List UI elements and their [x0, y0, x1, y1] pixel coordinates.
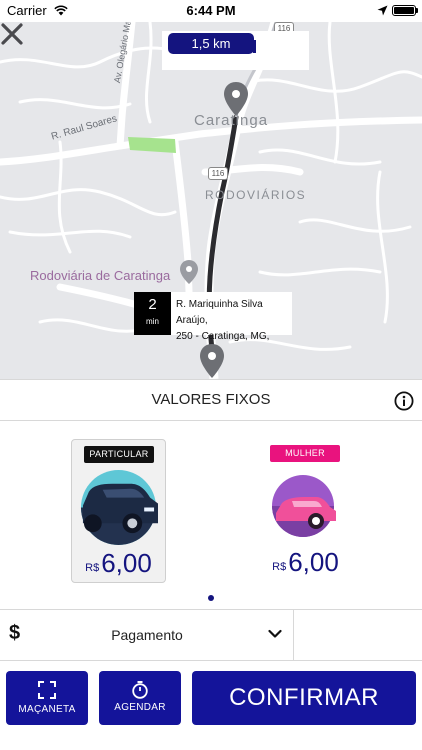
- car-dark-icon: [80, 469, 158, 546]
- map-view[interactable]: Av. Olegário Maciel R. Raul Soares Carat…: [0, 22, 422, 379]
- distance-value: 1,5 km: [168, 33, 254, 54]
- distance-tick: [253, 40, 256, 53]
- eta-badge: 2 min: [134, 292, 171, 335]
- category-price: R$6,00: [72, 548, 165, 579]
- category-tag: PARTICULAR: [84, 446, 154, 463]
- values-title: VALORES FIXOS: [151, 391, 271, 408]
- clock-label: 6:44 PM: [186, 3, 236, 18]
- eta-callout: 2 min R. Mariquinha Silva Araújo, 250 - …: [134, 292, 292, 342]
- payment-label: Pagamento: [111, 627, 183, 643]
- battery-nub: [416, 8, 418, 13]
- price-value: 6,00: [101, 548, 152, 578]
- confirm-label: CONFIRMAR: [229, 684, 379, 711]
- eta-address-line2: 250 - Caratinga, MG,: [176, 331, 270, 342]
- station-label: Rodoviária de Caratinga: [30, 268, 171, 283]
- macaneta-label: MAÇANETA: [18, 704, 76, 715]
- macaneta-button[interactable]: MAÇANETA: [6, 671, 88, 725]
- price-currency: R$: [272, 561, 287, 573]
- eta-minutes: 2: [148, 296, 157, 313]
- price-currency: R$: [85, 562, 100, 574]
- category-price: R$6,00: [258, 547, 353, 578]
- chevron-down-icon: [268, 629, 282, 638]
- distance-indicator: 1,5 km: [162, 31, 309, 70]
- eta-address: R. Mariquinha Silva Araújo, 250 - Carati…: [176, 297, 290, 345]
- city-label: Caratinga: [194, 112, 269, 129]
- payment-selector[interactable]: $ Pagamento: [0, 610, 294, 660]
- battery-icon: [392, 5, 416, 16]
- status-bar: Carrier 6:44 PM: [0, 0, 422, 22]
- agendar-label: AGENDAR: [114, 702, 166, 713]
- page-indicator-dot[interactable]: [208, 595, 214, 601]
- category-card-mulher[interactable]: MULHER R$6,00: [258, 439, 353, 583]
- eta-unit: min: [146, 317, 159, 326]
- action-bar: MAÇANETA AGENDAR CONFIRMAR: [0, 661, 422, 750]
- category-card-particular[interactable]: PARTICULAR R$6,00: [71, 439, 166, 583]
- stopwatch-icon: [132, 681, 148, 699]
- eta-address-line1: R. Mariquinha Silva Araújo,: [176, 299, 263, 326]
- route-shield: 116: [208, 167, 228, 180]
- values-header: VALORES FIXOS: [0, 379, 422, 421]
- info-icon[interactable]: [394, 391, 414, 411]
- car-pink-icon: [272, 475, 336, 537]
- ride-category-carousel[interactable]: PARTICULAR R$6,00 MULHER R$6,00: [0, 421, 422, 609]
- payment-row: $ Pagamento: [0, 609, 422, 661]
- close-icon[interactable]: [0, 22, 24, 46]
- expand-corners-icon: [38, 681, 56, 699]
- price-value: 6,00: [288, 547, 339, 577]
- confirm-button[interactable]: CONFIRMAR: [192, 671, 416, 725]
- agendar-button[interactable]: AGENDAR: [99, 671, 181, 725]
- location-arrow-icon: [377, 5, 388, 16]
- district-label: RODOVIÁRIOS: [205, 188, 307, 202]
- category-tag: MULHER: [270, 445, 340, 462]
